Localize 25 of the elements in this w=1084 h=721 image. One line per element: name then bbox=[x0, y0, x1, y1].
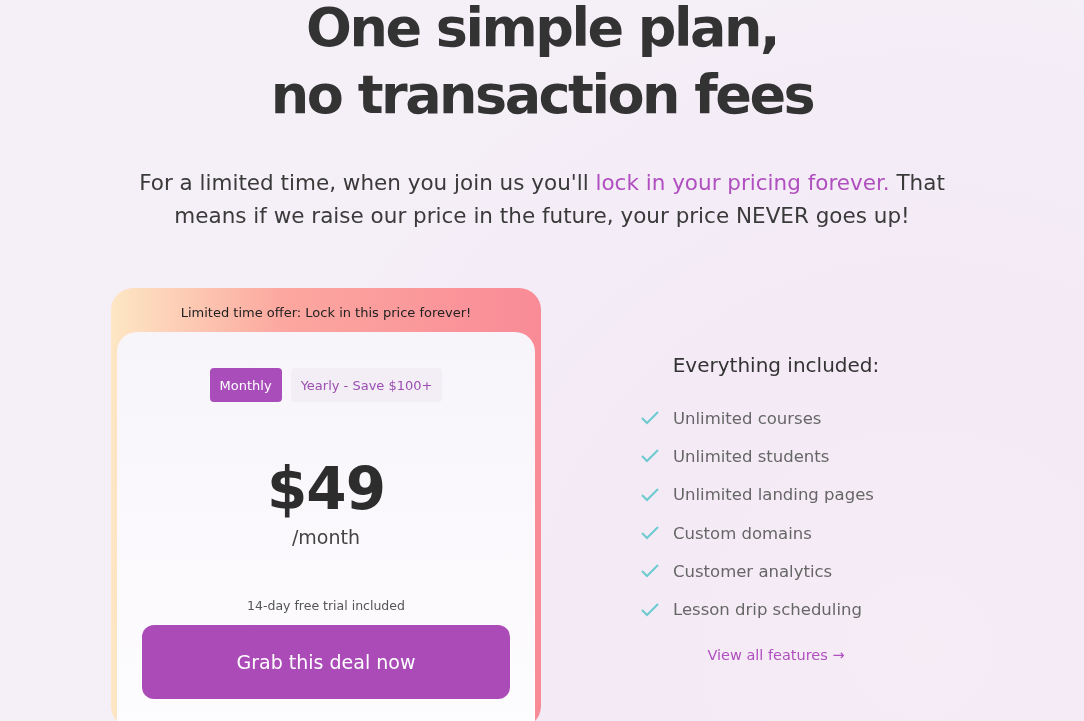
feature-item: Unlimited landing pages bbox=[673, 485, 874, 505]
deal-button[interactable]: Grab this deal now bbox=[142, 625, 510, 699]
check-icon bbox=[641, 449, 659, 464]
feature-item: Customer analytics bbox=[673, 561, 833, 581]
check-icon bbox=[641, 526, 659, 541]
feature-item: Unlimited courses bbox=[673, 408, 822, 428]
view-features-link[interactable]: View all features → bbox=[707, 646, 845, 663]
feature-item: Custom domains bbox=[673, 523, 812, 543]
pricing-link[interactable]: lock in your pricing forever. bbox=[595, 170, 890, 195]
headline: One simple plan, bbox=[305, 0, 779, 61]
billing-tab[interactable]: Monthly bbox=[209, 368, 282, 402]
trial-note: 14-day free trial included bbox=[247, 598, 405, 613]
check-icon bbox=[641, 487, 659, 502]
feature-item: Unlimited students bbox=[673, 446, 830, 466]
billing-tab[interactable]: Yearly - Save $100+ bbox=[290, 368, 443, 402]
headline: no transaction fees bbox=[269, 62, 815, 128]
price: $49 bbox=[266, 460, 386, 518]
check-icon bbox=[641, 411, 659, 426]
features-heading: Everything included: bbox=[672, 353, 880, 377]
offer-text: Limited time offer: Lock in this price forever! bbox=[179, 304, 473, 322]
feature-item: Lesson drip scheduling bbox=[673, 600, 862, 620]
check-icon bbox=[641, 564, 659, 579]
subtitle: For a limited time, when you join us you'll lock in your pricing forever. That means if we raise our price in the future, your price NEVER goes up! bbox=[138, 169, 946, 230]
billing-period: /month bbox=[291, 526, 361, 548]
check-icon bbox=[641, 602, 659, 617]
